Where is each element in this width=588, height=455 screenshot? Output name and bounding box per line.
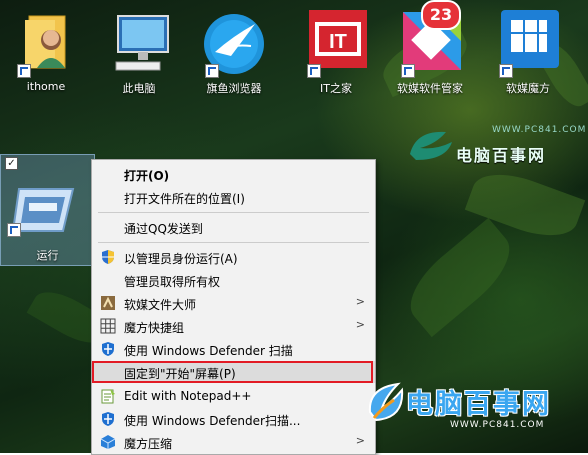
sailfish-browser-icon — [203, 6, 265, 78]
icon-label: IT之家 — [320, 82, 352, 95]
svg-text:IT: IT — [329, 31, 347, 53]
chevron-right-icon: > — [355, 318, 365, 331]
watermark-url: WWW.PC841.COM — [492, 125, 587, 135]
shortcut-arrow-icon — [401, 64, 415, 78]
ithome-app-icon: IT — [305, 6, 367, 78]
menu-item-label: 管理员取得所有权 — [124, 275, 221, 289]
cube-compress-icon — [100, 434, 116, 450]
ruanmei-cube-icon — [497, 6, 559, 78]
menu-item-label: 通过QQ发送到 — [124, 222, 203, 236]
menu-item-pin-to-start[interactable]: 固定到"开始"屏幕(P) — [92, 361, 375, 383]
menu-item-label: 以管理员身份运行(A) — [124, 252, 238, 266]
defender-icon — [100, 341, 116, 357]
grid-icon — [100, 318, 116, 334]
context-menu: 打开(O) 打开文件所在的位置(I) 通过QQ发送到 以管理员身份运行(A) 管… — [91, 159, 376, 455]
menu-separator — [98, 212, 369, 213]
menu-item-cube-quick-group[interactable]: 魔方快捷组 > — [92, 315, 375, 337]
menu-item-file-master[interactable]: 软媒文件大师 > — [92, 292, 375, 314]
watermark-top: WWW.PC841.COM 电脑百事网 — [406, 124, 586, 166]
menu-item-edit-notepad-plus-plus[interactable]: Edit with Notepad++ — [92, 385, 375, 407]
icon-label: 旗鱼浏览器 — [206, 82, 262, 95]
menu-item-label: 使用 Windows Defender 扫描 — [124, 344, 293, 358]
software-manager-icon: 23 — [399, 0, 461, 78]
menu-item-label: 打开(O) — [124, 169, 170, 183]
desktop-icon-ithome[interactable]: ithome — [6, 6, 86, 93]
menu-item-label: 魔方压缩 — [124, 437, 173, 451]
icon-label: ithome — [26, 80, 66, 93]
user-folder-icon — [15, 6, 77, 78]
icon-label: 运行 — [36, 249, 59, 262]
shortcut-arrow-icon — [7, 223, 21, 237]
shortcut-arrow-icon — [17, 64, 31, 78]
desktop-icon-this-pc[interactable]: 此电脑 — [99, 6, 179, 96]
watermark-logo-icon — [368, 382, 404, 422]
this-pc-icon — [108, 6, 170, 78]
icon-label: 软媒软件管家 — [397, 82, 463, 95]
menu-item-run-as-admin[interactable]: 以管理员身份运行(A) — [92, 246, 375, 268]
watermark-text: 电脑百事网 — [456, 146, 547, 165]
menu-item-label: 软媒文件大师 — [124, 298, 197, 312]
icon-label: 此电脑 — [122, 82, 156, 95]
shortcut-arrow-icon — [307, 64, 321, 78]
menu-item-label: Edit with Notepad++ — [124, 389, 252, 403]
uac-shield-icon — [100, 249, 116, 265]
menu-item-open-location[interactable]: 打开文件所在的位置(I) — [92, 186, 375, 208]
menu-item-label: 使用 Windows Defender扫描... — [124, 414, 301, 428]
selected-desktop-item-run[interactable]: ✓ 运行 — [0, 154, 95, 266]
desktop-icon-software-manager[interactable]: 23 软媒软件管家 — [390, 0, 470, 96]
watermark-text: 电脑百事网 — [406, 389, 551, 420]
menu-item-open[interactable]: 打开(O) — [92, 163, 375, 185]
desktop-icon-ithome-app[interactable]: IT IT之家 — [296, 6, 376, 96]
watermark-bottom: 电脑百事网 WWW.PC841.COM — [362, 376, 588, 453]
run-icon — [11, 175, 81, 241]
file-master-icon — [100, 295, 116, 311]
menu-item-take-ownership[interactable]: 管理员取得所有权 — [92, 269, 375, 291]
menu-separator — [98, 242, 369, 243]
menu-item-cube-compress[interactable]: 魔方压缩 > — [92, 431, 375, 453]
notification-badge: 23 — [421, 0, 461, 30]
chevron-right-icon: > — [355, 295, 365, 308]
menu-item-label: 固定到"开始"屏幕(P) — [124, 367, 236, 381]
menu-item-label: 打开文件所在的位置(I) — [124, 192, 245, 206]
menu-item-send-via-qq[interactable]: 通过QQ发送到 — [92, 216, 375, 238]
menu-item-defender-scan[interactable]: 使用 Windows Defender 扫描 — [92, 338, 375, 360]
menu-item-label: 魔方快捷组 — [124, 321, 185, 335]
menu-item-defender-scan-2[interactable]: 使用 Windows Defender扫描... — [92, 408, 375, 430]
defender-icon — [100, 411, 116, 427]
desktop-icon-ruanmei-cube[interactable]: 软媒魔方 — [488, 6, 568, 96]
icon-label: 软媒魔方 — [506, 82, 550, 95]
notepad-plus-plus-icon — [100, 388, 116, 404]
selection-checkbox[interactable]: ✓ — [5, 157, 18, 170]
desktop-icon-sailfish-browser[interactable]: 旗鱼浏览器 — [194, 6, 274, 96]
watermark-url: WWW.PC841.COM — [450, 420, 545, 430]
shortcut-arrow-icon — [205, 64, 219, 78]
shortcut-arrow-icon — [499, 64, 513, 78]
